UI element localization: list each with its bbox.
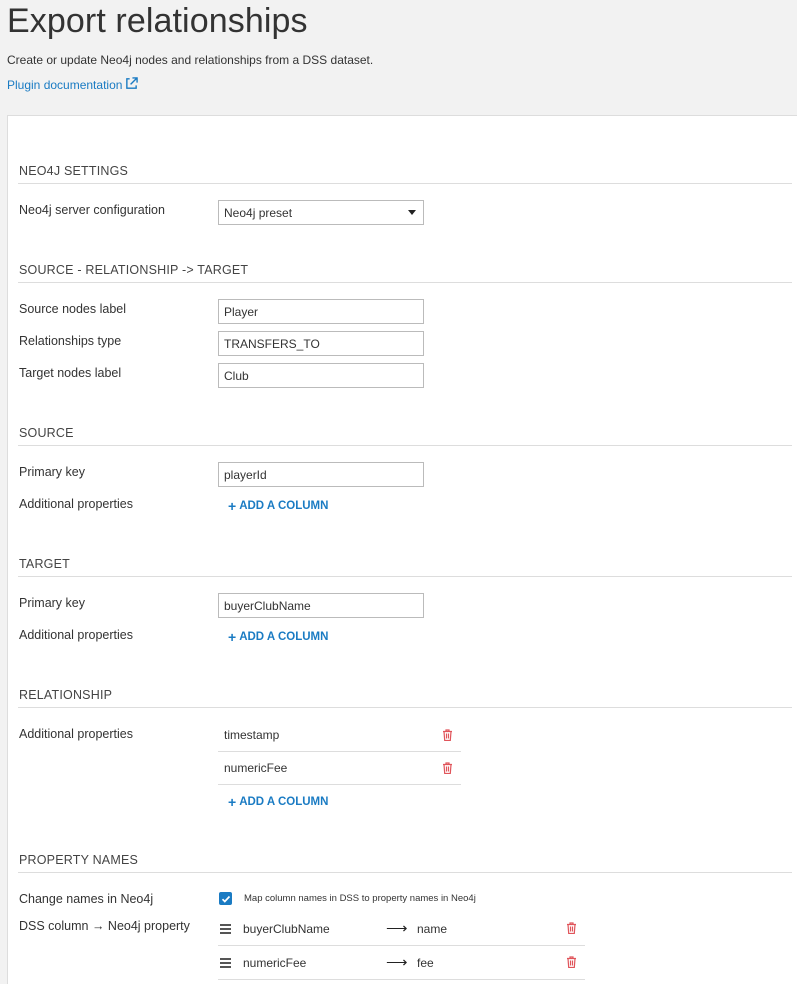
- source-additional-properties-label: Additional properties: [19, 497, 133, 511]
- source-nodes-label-label: Source nodes label: [19, 302, 127, 316]
- section-divider: [18, 872, 792, 873]
- mapping-neo4j-property: fee: [417, 956, 434, 970]
- add-column-label: ADD A COLUMN: [239, 631, 329, 643]
- trash-icon[interactable]: [442, 729, 453, 741]
- target-primary-key-input[interactable]: buyerClubName: [218, 593, 424, 618]
- relationship-add-column-button[interactable]: + ADD A COLUMN: [228, 795, 328, 809]
- section-title-source-rel-target: SOURCE - RELATIONSHIP -> TARGET: [19, 263, 249, 277]
- mapping-label: DSS column → Neo4j property: [19, 919, 190, 933]
- page-description: Create or update Neo4j nodes and relatio…: [7, 53, 374, 67]
- source-nodes-label-input[interactable]: Player: [218, 299, 424, 324]
- plus-icon: +: [228, 498, 237, 514]
- arrow-right-icon: ⟶: [386, 954, 408, 971]
- map-names-checkbox-label: Map column names in DSS to property name…: [244, 893, 476, 904]
- source-primary-key-label: Primary key: [19, 465, 85, 479]
- trash-icon[interactable]: [566, 956, 577, 968]
- section-title-relationship: RELATIONSHIP: [19, 688, 113, 702]
- map-names-checkbox[interactable]: [219, 892, 232, 905]
- mapping-row: numericFee ⟶ fee: [218, 946, 585, 980]
- drag-handle-icon[interactable]: [220, 924, 231, 936]
- source-add-column-button[interactable]: + ADD A COLUMN: [228, 499, 328, 513]
- target-nodes-label-input[interactable]: Club: [218, 363, 424, 388]
- page-title: Export relationships: [7, 2, 308, 40]
- form-panel: NEO4J SETTINGS Neo4j server configuratio…: [7, 115, 797, 984]
- target-additional-properties-label: Additional properties: [19, 628, 133, 642]
- mapping-dss-column: numericFee: [243, 956, 307, 970]
- plus-icon: +: [228, 794, 237, 810]
- trash-icon[interactable]: [566, 922, 577, 934]
- target-primary-key-label: Primary key: [19, 596, 85, 610]
- relationship-property-name: numericFee: [224, 761, 288, 775]
- section-divider: [18, 707, 792, 708]
- drag-handle-icon[interactable]: [220, 958, 231, 970]
- add-column-label: ADD A COLUMN: [239, 500, 329, 512]
- section-divider: [18, 183, 792, 184]
- checkmark-icon: [221, 895, 230, 903]
- plus-icon: +: [228, 629, 237, 645]
- mapping-neo4j-property: name: [417, 922, 448, 936]
- section-divider: [18, 282, 792, 283]
- doc-link-label: Plugin documentation: [7, 78, 123, 92]
- trash-icon[interactable]: [442, 762, 453, 774]
- list-item: timestamp: [218, 719, 461, 752]
- section-divider: [18, 445, 792, 446]
- relationships-type-input[interactable]: TRANSFERS_TO: [218, 331, 424, 356]
- mapping-dss-column: buyerClubName: [243, 922, 330, 936]
- mapping-row: buyerClubName ⟶ name: [218, 912, 585, 946]
- source-primary-key-input[interactable]: playerId: [218, 462, 424, 487]
- target-add-column-button[interactable]: + ADD A COLUMN: [228, 630, 328, 644]
- section-title-target: TARGET: [19, 557, 70, 571]
- section-title-property-names: PROPERTY NAMES: [19, 853, 139, 867]
- relationship-additional-properties-label: Additional properties: [19, 727, 133, 741]
- list-item: numericFee: [218, 752, 461, 785]
- add-column-label: ADD A COLUMN: [239, 796, 329, 808]
- plugin-documentation-link[interactable]: Plugin documentation: [7, 77, 139, 93]
- change-names-label: Change names in Neo4j: [19, 892, 154, 906]
- server-config-label: Neo4j server configuration: [19, 203, 165, 217]
- section-title-neo4j-settings: NEO4J SETTINGS: [19, 164, 129, 178]
- server-config-value: Neo4j preset: [224, 205, 293, 220]
- caret-down-icon: [408, 210, 416, 215]
- target-nodes-label-label: Target nodes label: [19, 366, 122, 380]
- arrow-right-icon: ⟶: [386, 920, 408, 937]
- server-config-select[interactable]: Neo4j preset: [218, 200, 424, 225]
- section-title-source: SOURCE: [19, 426, 74, 440]
- external-link-icon: [125, 77, 139, 93]
- relationship-property-name: timestamp: [224, 728, 280, 742]
- section-divider: [18, 576, 792, 577]
- relationships-type-label: Relationships type: [19, 334, 122, 348]
